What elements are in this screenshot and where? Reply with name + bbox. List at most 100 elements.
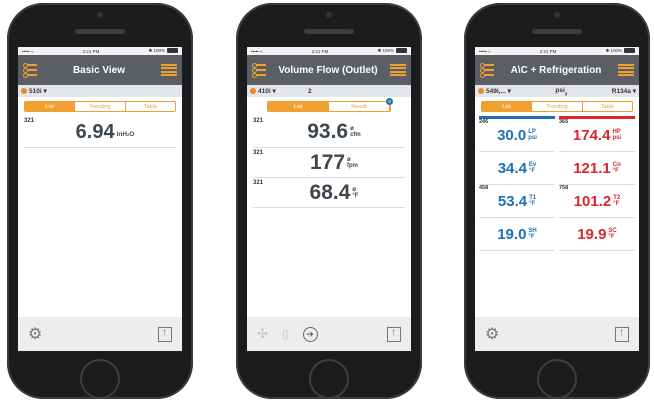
settings-gear-icon[interactable]: ⚙ (28, 324, 42, 344)
probe-icon (21, 88, 27, 95)
document-icon: ▯ (281, 327, 289, 341)
reading-value: 177 (309, 151, 346, 174)
reading-unit: ø cfm (350, 126, 361, 138)
reading-unit: LP psi (528, 129, 537, 141)
gauge-cell: 19.0 SH °F (479, 218, 555, 251)
refrigerant-selector[interactable]: R134a ▾ (612, 87, 636, 95)
list-menu-icon[interactable] (480, 63, 494, 78)
t1-value: 53.4 (497, 192, 528, 210)
sensor-id: 246 (479, 119, 489, 125)
superheat-value: 19.0 (497, 225, 527, 243)
signal: ••••• ≈ (251, 48, 263, 54)
status-bar: ••••• ≈ 2:21 PM ✱ 100% (18, 47, 182, 55)
page-title: A\C + Refrigeration (510, 64, 602, 76)
tab-list[interactable]: List (25, 102, 76, 111)
sensor-id: 321 (253, 150, 264, 156)
hamburger-icon[interactable] (161, 63, 177, 77)
reading-value: 68.4 (309, 181, 351, 204)
result-badge: 0 (386, 98, 393, 105)
gauge-cell: 121.1 Co °F (559, 152, 635, 185)
fan-icon: ✣ (257, 326, 268, 341)
next-arrow-icon[interactable]: ➔ (302, 326, 318, 342)
screen: ••••• ≈ 2:21 PM ✱ 100% Basic View 510i ▾… (18, 47, 182, 351)
high-side-column: 365 174.4 HP psi 121.1 Co °F 758 101.2 T2 °F 19.… (559, 116, 635, 251)
app-header: Basic View (18, 55, 182, 85)
export-icon[interactable] (615, 326, 629, 342)
gauge-cell: 758 101.2 T2 °F (559, 185, 635, 218)
subcooling-value: 19.9 (577, 225, 607, 243)
probe-selector[interactable]: 549i,... ▾ (478, 87, 511, 95)
pressure-unit[interactable]: psig (555, 87, 567, 95)
reading-value: 6.94 (75, 120, 115, 143)
home-button[interactable] (537, 359, 577, 399)
tab-result[interactable]: Result (329, 102, 390, 111)
list-menu-icon[interactable] (252, 63, 266, 78)
tab-trending[interactable]: Trending (532, 102, 583, 111)
bottom-toolbar: ✣ ▯ ➔ (247, 317, 411, 351)
tab-trending[interactable]: Trending (75, 102, 126, 111)
speaker (75, 29, 125, 34)
phone-volume-flow: ••••• ≈ 2:21 PM ✱ 100% Volume Flow (Outl… (236, 3, 422, 399)
phone-basic-view: ••••• ≈ 2:21 PM ✱ 100% Basic View 510i ▾… (7, 3, 193, 399)
probe-bar: 510i ▾ (18, 85, 182, 97)
reading-unit: Co °F (612, 162, 621, 174)
gauge-cell: 458 53.4 T1 °F (479, 185, 555, 218)
time: 2:21 PM (82, 48, 100, 54)
status-bar: ••••• ≈ 2:21 PM ✱ 100% (475, 47, 639, 55)
screen: ••••• ≈ 2:21 PM ✱ 100% Volume Flow (Outl… (247, 47, 411, 351)
gauge-cell: 34.4 Ev °F (479, 152, 555, 185)
time: 2:21 PM (539, 48, 557, 54)
probe-selector[interactable]: 510i ▾ (21, 87, 47, 95)
time: 2:21 PM (311, 48, 329, 54)
sensor-id: 321 (253, 180, 264, 186)
sensor-id: 458 (479, 185, 489, 191)
battery: ✱ 100% (377, 48, 407, 54)
hamburger-icon[interactable] (390, 63, 406, 77)
camera (97, 12, 103, 18)
tab-table[interactable]: Table (126, 102, 175, 111)
reading-row: 321 93.6 ø cfm (253, 116, 405, 148)
app-header: Volume Flow (Outlet) (247, 55, 411, 85)
settings-gear-icon[interactable]: ⚙ (485, 324, 499, 344)
reading-row: 321 177 ø fpm (253, 148, 405, 178)
gauge-grid: 246 30.0 LP psi 34.4 Ev °F 458 53.4 T1 °F 19.0 SH… (479, 116, 635, 251)
camera (554, 12, 560, 18)
reading-unit: T2 °F (613, 195, 621, 207)
tab-table[interactable]: Table (583, 102, 632, 111)
export-icon[interactable] (387, 326, 401, 342)
page-title: Basic View (72, 64, 126, 76)
probe-bar: 410i ▾ 2 (247, 85, 411, 97)
t2-value: 101.2 (573, 192, 612, 210)
page-title: Volume Flow (Outlet) (278, 64, 378, 76)
reading-row: 321 68.4 ø °F (253, 178, 405, 208)
probe-icon (250, 88, 256, 95)
evaporation-temp-value: 34.4 (497, 159, 527, 177)
reading-row: 321 6.94 inH 2 O (24, 116, 176, 148)
hamburger-icon[interactable] (618, 63, 634, 77)
probe-icon (478, 88, 484, 95)
battery: ✱ 100% (148, 48, 178, 54)
camera (326, 12, 332, 18)
view-tabs: List Trending Table (24, 101, 176, 112)
signal: ••••• ≈ (479, 48, 491, 54)
list-menu-icon[interactable] (23, 63, 37, 78)
tab-list[interactable]: List (268, 102, 329, 111)
signal: ••••• ≈ (22, 48, 34, 54)
export-icon[interactable] (158, 326, 172, 342)
low-pressure-value: 30.0 (497, 126, 527, 144)
speaker (304, 29, 354, 34)
reading-unit: ø fpm (347, 157, 359, 169)
phone-ac-refrigeration: ••••• ≈ 2:21 PM ✱ 100% A\C + Refrigerati… (464, 3, 650, 399)
tab-list[interactable]: List (482, 102, 533, 111)
low-side-column: 246 30.0 LP psi 34.4 Ev °F 458 53.4 T1 °F 19.0 SH… (479, 116, 555, 251)
reading-unit: HP psi (612, 129, 622, 141)
gauge-cell: 246 30.0 LP psi (479, 119, 555, 152)
reading-value: 93.6 (307, 120, 349, 143)
condensation-temp-value: 121.1 (573, 159, 611, 177)
sensor-id: 758 (559, 185, 569, 191)
speaker (532, 29, 582, 34)
home-button[interactable] (309, 359, 349, 399)
reading-unit: ø °F (352, 187, 359, 199)
probe-selector[interactable]: 410i ▾ (250, 87, 276, 95)
home-button[interactable] (80, 359, 120, 399)
